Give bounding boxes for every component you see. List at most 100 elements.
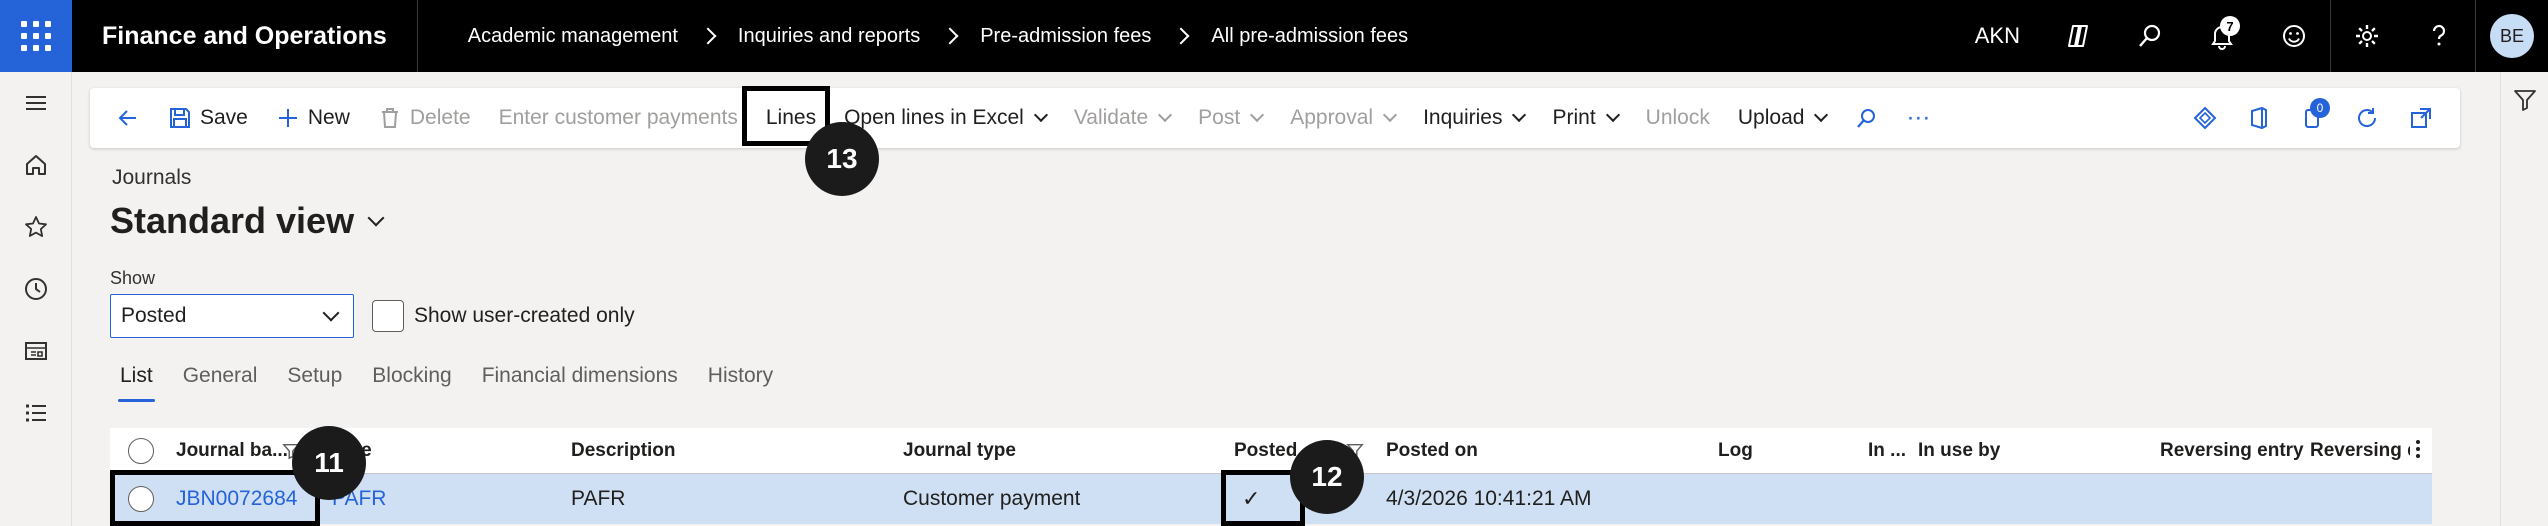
upload-menu[interactable]: Upload	[1724, 88, 1841, 148]
column-header-posted[interactable]: Posted	[1234, 440, 1297, 462]
column-header-in-use[interactable]: In ...	[1868, 440, 1906, 462]
column-header-reversing-entry[interactable]: Reversing entry	[2160, 440, 2304, 462]
attachments-count-badge: 0	[2310, 98, 2330, 118]
breadcrumb-item-pre-admission-fees[interactable]: Pre-admission fees	[960, 25, 1171, 48]
help-button[interactable]	[2403, 0, 2475, 72]
back-button[interactable]	[102, 88, 154, 148]
copilot-button[interactable]	[2042, 0, 2114, 72]
expand-nav-button[interactable]	[0, 72, 72, 134]
more-actions-button[interactable]: ···	[1892, 88, 1944, 148]
validate-menu[interactable]: Validate	[1060, 88, 1184, 148]
chevron-down-icon	[1158, 107, 1173, 123]
select-all-radio[interactable]	[128, 438, 154, 464]
enter-customer-payments-button[interactable]: Enter customer payments	[485, 88, 752, 148]
column-header-description[interactable]: Description	[571, 440, 676, 462]
tab-financial-dimensions[interactable]: Financial dimensions	[472, 358, 688, 402]
trash-icon	[381, 108, 398, 128]
description-cell: PAFR	[571, 487, 626, 510]
tab-blocking[interactable]: Blocking	[362, 358, 461, 402]
breadcrumb-item-all-pre-admission-fees[interactable]: All pre-admission fees	[1191, 25, 1428, 48]
show-user-created-only-label: Show user-created only	[414, 304, 635, 327]
breadcrumb-item-academic-management[interactable]: Academic management	[448, 25, 698, 48]
right-pane-strip	[2500, 72, 2548, 526]
chevron-down-icon	[1383, 107, 1398, 123]
attachments-button[interactable]: 0	[2286, 88, 2340, 148]
save-icon	[170, 108, 190, 128]
view-selector[interactable]: Standard view	[110, 200, 385, 242]
home-icon	[26, 155, 46, 175]
feedback-button[interactable]	[2258, 0, 2330, 72]
unlock-button[interactable]: Unlock	[1632, 88, 1724, 148]
validate-label: Validate	[1073, 106, 1149, 129]
tab-setup[interactable]: Setup	[277, 358, 352, 402]
column-header-journal-batch[interactable]: Journal ba...	[176, 440, 288, 462]
delete-button[interactable]: Delete	[364, 88, 485, 148]
chevron-down-icon	[1033, 107, 1048, 123]
open-lines-in-excel-label: Open lines in Excel	[844, 106, 1024, 129]
chevron-down-icon	[367, 209, 385, 227]
column-header-in-use-by[interactable]: In use by	[1918, 440, 2000, 462]
refresh-button[interactable]	[2340, 88, 2394, 148]
smiley-icon	[2283, 25, 2305, 47]
checkbox-box[interactable]	[372, 300, 404, 332]
print-menu[interactable]: Print	[1538, 88, 1631, 148]
tab-general[interactable]: General	[173, 358, 268, 402]
gear-icon	[2356, 25, 2378, 47]
settings-button[interactable]	[2331, 0, 2403, 72]
save-button[interactable]: Save	[154, 88, 262, 148]
filter-pane-button[interactable]	[2501, 72, 2548, 128]
notification-count-badge: 7	[2220, 16, 2240, 36]
tab-history[interactable]: History	[698, 358, 783, 402]
action-search-button[interactable]	[1840, 88, 1892, 148]
modules-button[interactable]	[0, 382, 72, 444]
diamond-icon	[2193, 106, 2217, 130]
company-picker[interactable]: AKN	[1953, 23, 2042, 49]
approval-menu[interactable]: Approval	[1276, 88, 1409, 148]
recent-button[interactable]	[0, 258, 72, 320]
breadcrumb: Academic management Inquiries and report…	[448, 25, 1428, 48]
funnel-icon	[2514, 90, 2536, 111]
app-launcher-button[interactable]	[0, 0, 72, 72]
inquiries-label: Inquiries	[1423, 106, 1503, 129]
callout-11: 11	[292, 426, 366, 500]
search-icon	[1857, 109, 1876, 128]
column-header-journal-type[interactable]: Journal type	[903, 440, 1016, 462]
save-label: Save	[200, 106, 248, 129]
callout-12: 12	[1290, 440, 1364, 514]
search-button[interactable]	[2114, 0, 2186, 72]
pop-out-icon	[2411, 108, 2431, 128]
column-header-log[interactable]: Log	[1718, 440, 1753, 462]
show-user-created-only-checkbox[interactable]: Show user-created only	[372, 300, 635, 332]
office-button[interactable]	[2232, 88, 2286, 148]
tab-list[interactable]: List	[110, 358, 163, 402]
new-button[interactable]: New	[262, 88, 364, 148]
power-apps-button[interactable]	[2178, 88, 2232, 148]
favorites-button[interactable]	[0, 196, 72, 258]
workspace-icon	[25, 342, 47, 360]
plus-icon	[278, 109, 297, 127]
divider	[2475, 0, 2476, 72]
copilot-icon	[2068, 25, 2088, 47]
home-button[interactable]	[0, 134, 72, 196]
page-caption: Journals	[112, 166, 192, 189]
journal-tabs: List General Setup Blocking Financial di…	[110, 358, 793, 402]
app-title[interactable]: Finance and Operations	[72, 0, 418, 72]
upload-label: Upload	[1737, 106, 1805, 129]
action-pane: Save New Delete Enter customer payments …	[90, 88, 2460, 148]
inquiries-menu[interactable]: Inquiries	[1409, 88, 1538, 148]
post-menu[interactable]: Post	[1184, 88, 1276, 148]
breadcrumb-item-inquiries-and-reports[interactable]: Inquiries and reports	[718, 25, 940, 48]
user-avatar[interactable]: BE	[2490, 14, 2534, 58]
office-icon	[2251, 106, 2267, 130]
column-header-posted-on[interactable]: Posted on	[1386, 440, 1478, 462]
print-label: Print	[1552, 106, 1596, 129]
notifications-button[interactable]: 7	[2186, 0, 2258, 72]
workspaces-button[interactable]	[0, 320, 72, 382]
chevron-right-icon	[699, 27, 717, 45]
column-options-icon[interactable]	[2416, 440, 2420, 458]
show-dropdown[interactable]: Posted	[110, 294, 354, 338]
search-icon	[2139, 24, 2161, 47]
column-header-reversing-date[interactable]: Reversing d	[2310, 440, 2410, 462]
open-in-new-window-button[interactable]	[2394, 88, 2448, 148]
refresh-icon	[2358, 108, 2377, 127]
